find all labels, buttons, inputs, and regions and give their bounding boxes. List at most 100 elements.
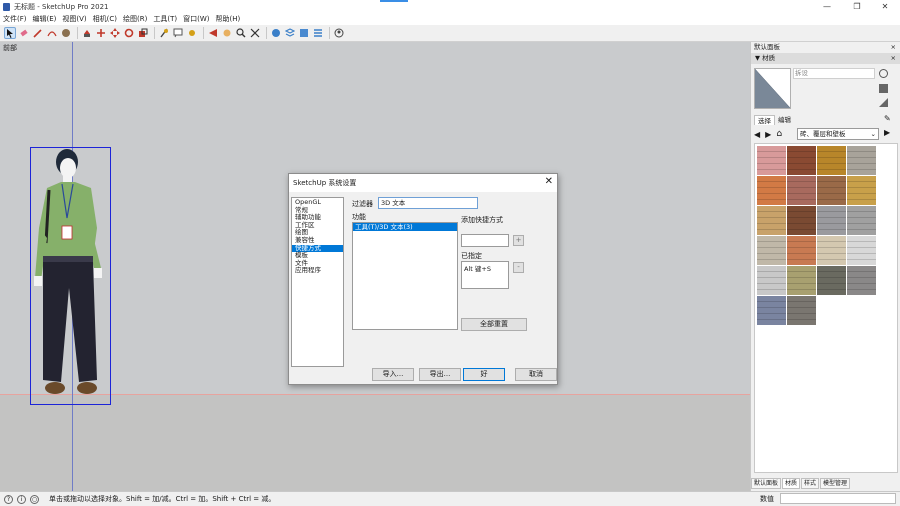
account-icon[interactable]	[333, 27, 345, 39]
menu-camera[interactable]: 相机(C)	[93, 14, 117, 24]
nav-item-applications[interactable]: 应用程序	[292, 267, 343, 275]
dialog-close-button[interactable]: ✕	[545, 176, 553, 188]
material-swatch[interactable]	[757, 236, 786, 265]
tray-close-icon[interactable]: ×	[891, 42, 896, 53]
person-figure[interactable]	[30, 147, 111, 405]
offset-icon[interactable]	[95, 27, 107, 39]
menu-draw[interactable]: 绘图(R)	[123, 14, 147, 24]
material-swatch[interactable]	[847, 236, 876, 265]
material-swatch[interactable]	[757, 146, 786, 175]
rotate-icon[interactable]	[123, 27, 135, 39]
bottom-tab-outliner[interactable]: 模型管理	[820, 478, 851, 489]
assigned-shortcut-list[interactable]: Alt 键+S	[461, 261, 509, 289]
zoom-extents-icon[interactable]	[249, 27, 261, 39]
material-swatch[interactable]	[787, 266, 816, 295]
tab-edit[interactable]: 编辑	[775, 115, 794, 125]
menu-file[interactable]: 文件(F)	[3, 14, 27, 24]
menu-view[interactable]: 视图(V)	[62, 14, 86, 24]
zoom-icon[interactable]	[235, 27, 247, 39]
chevron-down-icon: ⌄	[870, 130, 876, 138]
cancel-button[interactable]: 取消	[515, 368, 557, 381]
material-swatch[interactable]	[757, 176, 786, 205]
remove-shortcut-button[interactable]: -	[513, 262, 524, 273]
material-name-field[interactable]: 拆设	[793, 68, 875, 79]
orbit-icon[interactable]	[207, 27, 219, 39]
arc-icon[interactable]	[46, 27, 58, 39]
bottom-tab-materials[interactable]: 材质	[782, 478, 801, 489]
material-swatch[interactable]	[787, 206, 816, 235]
material-swatch[interactable]	[757, 266, 786, 295]
components-icon[interactable]	[284, 27, 296, 39]
material-swatch[interactable]	[817, 146, 846, 175]
details-arrow-icon[interactable]: ▶	[884, 128, 890, 137]
maximize-button[interactable]: ❐	[842, 0, 872, 13]
sample-paint-icon[interactable]	[879, 98, 888, 107]
menu-tools[interactable]: 工具(T)	[153, 14, 177, 24]
material-swatch[interactable]	[787, 236, 816, 265]
material-swatch[interactable]	[847, 176, 876, 205]
material-swatch[interactable]	[847, 266, 876, 295]
measurements-label: 数值	[760, 495, 774, 503]
function-list-item[interactable]: 工具(T)/3D 文本(3)	[353, 223, 457, 231]
material-category-select[interactable]: 砖、覆层和壁板 ⌄	[797, 128, 879, 140]
paint-bucket-icon[interactable]	[60, 27, 72, 39]
tape-measure-icon[interactable]	[158, 27, 170, 39]
materials-tray-header[interactable]: ▼ 材质 ×	[751, 53, 900, 64]
material-swatch[interactable]	[847, 206, 876, 235]
layout-icon[interactable]	[312, 27, 324, 39]
import-button[interactable]: 导入...	[372, 368, 414, 381]
extension-warehouse-icon[interactable]	[298, 27, 310, 39]
materials-close-icon[interactable]: ×	[891, 53, 896, 64]
material-swatch[interactable]	[757, 296, 786, 325]
text-icon[interactable]	[172, 27, 184, 39]
menu-edit[interactable]: 编辑(E)	[33, 14, 57, 24]
function-list[interactable]: 工具(T)/3D 文本(3)	[352, 222, 458, 330]
home-icon[interactable]: ⌂	[776, 129, 782, 139]
material-swatch[interactable]	[787, 176, 816, 205]
geo-location-icon[interactable]: ○	[30, 494, 39, 504]
sketchup-logo-icon	[3, 2, 10, 11]
info-icon[interactable]: i	[17, 494, 26, 504]
scene-tab-label[interactable]: 前部	[3, 43, 17, 53]
filter-input[interactable]: 3D 文本	[378, 197, 478, 209]
eraser-icon[interactable]	[18, 27, 30, 39]
material-swatch[interactable]	[787, 146, 816, 175]
help-icon[interactable]: ?	[4, 494, 13, 504]
warehouse-icon[interactable]	[270, 27, 282, 39]
dimension-icon[interactable]	[186, 27, 198, 39]
material-swatch[interactable]	[757, 206, 786, 235]
menu-window[interactable]: 窗口(W)	[183, 14, 209, 24]
material-swatch[interactable]	[847, 146, 876, 175]
back-arrow-icon[interactable]: ◀	[754, 130, 760, 139]
minimize-button[interactable]: —	[812, 0, 842, 13]
ok-button[interactable]: 好	[463, 368, 505, 381]
tab-select[interactable]: 选择	[754, 115, 775, 125]
paint-default-icon[interactable]	[879, 84, 888, 93]
create-material-icon[interactable]	[879, 69, 888, 78]
measurements-input[interactable]	[780, 493, 896, 504]
export-button[interactable]: 导出...	[419, 368, 461, 381]
select-icon[interactable]	[4, 27, 16, 39]
scale-icon[interactable]	[137, 27, 149, 39]
move-icon[interactable]	[109, 27, 121, 39]
material-swatch[interactable]	[817, 266, 846, 295]
material-swatch[interactable]	[817, 236, 846, 265]
forward-arrow-icon[interactable]: ▶	[765, 130, 771, 139]
toolbar-separator	[154, 27, 155, 39]
material-swatch[interactable]	[787, 296, 816, 325]
assigned-shortcut-item[interactable]: Alt 键+S	[464, 263, 506, 273]
menu-help[interactable]: 帮助(H)	[215, 14, 240, 24]
pan-icon[interactable]	[221, 27, 233, 39]
eyedropper-icon[interactable]: ✎	[884, 114, 891, 123]
add-shortcut-button[interactable]: +	[513, 235, 524, 246]
toolbar-separator	[77, 27, 78, 39]
add-shortcut-input[interactable]	[461, 234, 509, 247]
push-pull-icon[interactable]	[81, 27, 93, 39]
bottom-tab-styles[interactable]: 样式	[801, 478, 820, 489]
material-swatch[interactable]	[817, 176, 846, 205]
bottom-tab-default-tray[interactable]: 默认面板	[751, 478, 782, 489]
reset-all-button[interactable]: 全部重置	[461, 318, 527, 331]
close-window-button[interactable]: ✕	[870, 0, 900, 13]
material-swatch[interactable]	[817, 206, 846, 235]
line-icon[interactable]	[32, 27, 44, 39]
